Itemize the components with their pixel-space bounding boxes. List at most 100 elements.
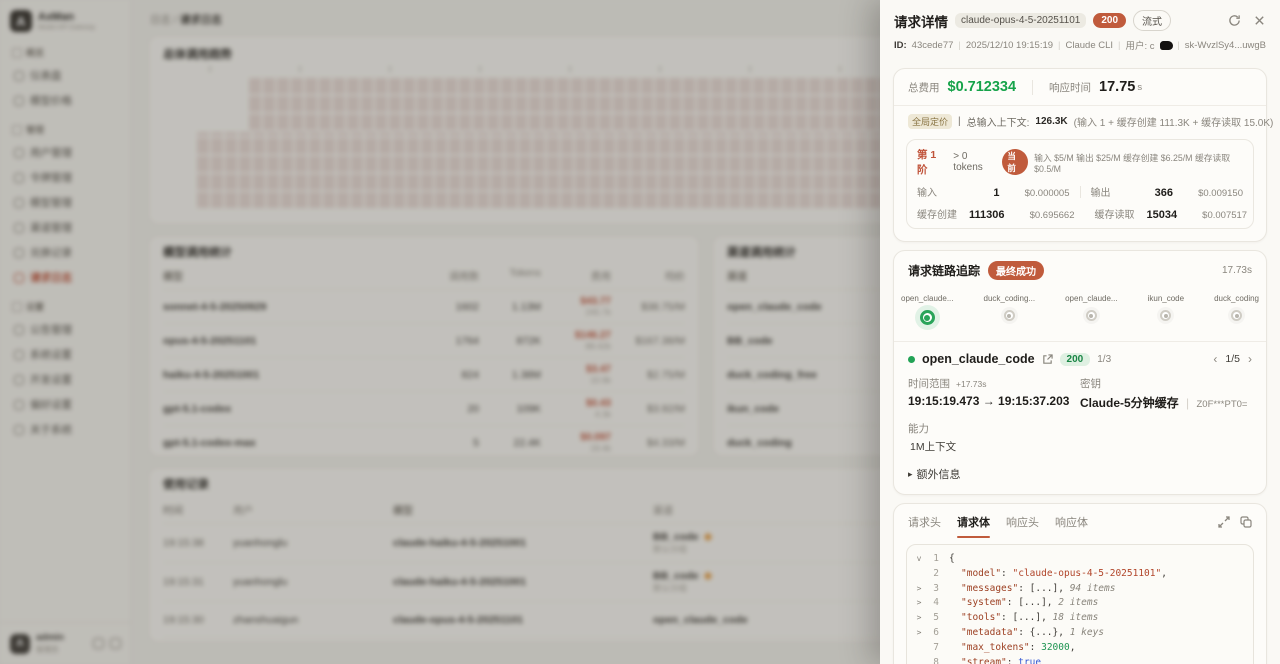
line-number: 3 <box>925 583 939 594</box>
json-line: >3 "messages": [...], 94 items <box>913 583 1247 598</box>
collapse-toggle-icon[interactable]: > <box>913 584 925 593</box>
stream-badge: 流式 <box>1133 10 1171 31</box>
usage-tokens: 366 <box>1143 187 1174 199</box>
segment-attempt: 1/3 <box>1097 354 1111 365</box>
collapse-arrow-icon: ▸ <box>908 469 913 480</box>
line-number: 8 <box>925 657 939 664</box>
usage-cost: $0.009150 <box>1173 188 1243 199</box>
json-line: >6 "metadata": {...}, 1 keys <box>913 627 1247 642</box>
trace-node[interactable]: open_claude... <box>901 294 954 325</box>
close-icon[interactable] <box>1253 14 1266 27</box>
copy-icon[interactable] <box>1240 516 1252 528</box>
json-line-content: "model": "claude-opus-4-5-20251101", <box>949 568 1167 579</box>
json-line-content: "system": [...], 2 items <box>949 597 1098 608</box>
status-badge: 200 <box>1093 13 1126 28</box>
collapse-toggle-icon[interactable]: > <box>913 613 925 622</box>
total-fee-label: 总费用 <box>908 80 940 95</box>
payload-tab[interactable]: 请求头 <box>908 514 941 538</box>
expand-icon[interactable] <box>1218 516 1230 528</box>
key-separator: | <box>1186 396 1189 410</box>
payload-tab[interactable]: 响应头 <box>1006 514 1039 538</box>
trace-node-label: duck_coding... <box>984 294 1036 303</box>
trace-node-circle <box>1004 310 1015 321</box>
usage-label: 输入 <box>917 184 969 199</box>
refresh-icon[interactable] <box>1228 14 1241 27</box>
key-name: Claude-5分钟缓存 <box>1080 396 1179 410</box>
line-number: 1 <box>925 553 939 564</box>
json-line: 2 "model": "claude-opus-4-5-20251101", <box>913 568 1247 583</box>
collapse-toggle-icon[interactable]: > <box>913 598 925 607</box>
panel-title: 请求详情 <box>894 11 948 31</box>
time-range-value: 19:15:19.473 → 19:15:37.203 <box>908 394 1080 408</box>
meta-separator: | <box>1177 40 1179 51</box>
tier-name: 第 1 阶 <box>917 147 947 177</box>
json-line-content: { <box>949 553 955 564</box>
usage-cost: $0.695662 <box>1005 210 1075 221</box>
line-number: 2 <box>925 568 939 579</box>
pricing-tier-box: 第 1 阶 > 0 tokens 当前 输入 $5/M 输出 $25/M 缓存创… <box>906 139 1254 229</box>
json-line: >4"system": [...], 2 items <box>913 597 1247 612</box>
json-line-content: "metadata": {...}, 1 keys <box>949 627 1104 638</box>
request-timestamp: 2025/12/10 19:15:19 <box>966 40 1053 51</box>
json-line: 7"max_tokens": 32000, <box>913 642 1247 657</box>
json-line-content: "messages": [...], 94 items <box>949 583 1115 594</box>
segment-status-badge: 200 <box>1060 353 1091 366</box>
payload-tab[interactable]: 响应体 <box>1055 514 1088 538</box>
usage-tokens: 15034 <box>1147 209 1178 221</box>
payload-tab[interactable]: 请求体 <box>957 514 990 538</box>
json-line: v1 { <box>913 553 1247 568</box>
request-meta: ID: 43cede77 | 2025/12/10 19:15:19 | Cla… <box>894 38 1266 52</box>
ctx-separator: | <box>958 116 961 127</box>
model-chip: claude-opus-4-5-20251101 <box>955 13 1086 28</box>
line-number: 6 <box>925 627 939 638</box>
trace-node-circle <box>1086 310 1097 321</box>
json-line-content: "tools": [...], 18 items <box>949 612 1098 623</box>
time-range-label: 时间范围 <box>908 376 950 391</box>
trace-node-circle <box>1231 310 1242 321</box>
api-key-masked: sk-WvzlSy4...uwgB <box>1185 40 1266 51</box>
trace-node[interactable]: open_claude... <box>1065 294 1118 325</box>
trace-duration: 17.73s <box>1222 265 1252 276</box>
trace-node[interactable]: duck_coding <box>1214 294 1259 325</box>
extra-info-toggle[interactable]: ▸ 额外信息 <box>908 466 1252 482</box>
response-time-unit: s <box>1137 82 1142 93</box>
prev-segment-button[interactable]: ‹ <box>1213 352 1217 366</box>
id-label: ID: <box>894 40 907 51</box>
trace-node-label: duck_coding <box>1214 294 1259 303</box>
segment-channel-name: open_claude_code <box>922 352 1035 366</box>
trace-title: 请求链路追踪 <box>908 262 980 279</box>
external-link-icon[interactable] <box>1042 354 1053 365</box>
trace-node-circle <box>1160 310 1171 321</box>
meta-separator: | <box>958 40 960 51</box>
key-mask: Z0F***PT0= <box>1197 399 1248 410</box>
next-segment-button[interactable]: › <box>1248 352 1252 366</box>
success-dot-icon <box>908 356 915 363</box>
context-label: 总输入上下文: <box>967 114 1030 129</box>
collapse-toggle-icon[interactable]: v <box>913 554 925 563</box>
usage-tokens: 1 <box>969 187 1000 199</box>
payload-card: 请求头 请求体 响应头 响应体 v1 {2 "model": "claude-opu… <box>893 503 1267 664</box>
trace-node-label: ikun_code <box>1148 294 1184 303</box>
capability-value: 1M上下文 <box>908 439 1252 454</box>
json-viewer[interactable]: v1 {2 "model": "claude-opus-4-5-20251101",… <box>906 544 1254 664</box>
capability-label: 能力 <box>908 421 1252 436</box>
payload-tabs: 请求头 请求体 响应头 响应体 <box>894 504 1266 538</box>
tier-usage-row: 输入 1 $0.000005 输出 366 $0.009150 <box>917 184 1243 199</box>
tier-threshold: > 0 tokens <box>953 151 996 173</box>
collapse-toggle-icon[interactable]: > <box>913 628 925 637</box>
trace-segment-detail: open_claude_code 200 1/3 ‹ 1/5 › 时间范围 +1… <box>894 342 1266 494</box>
current-tier-badge: 当前 <box>1002 149 1028 175</box>
usage-label: 缓存读取 <box>1095 206 1147 221</box>
usage-label: 输出 <box>1091 184 1143 199</box>
meta-separator: | <box>1118 40 1120 51</box>
json-line: 8"stream": true <box>913 657 1247 664</box>
trace-result-badge: 最终成功 <box>988 261 1044 280</box>
tier-usage-row: 缓存创建 111306 $0.695662 缓存读取 15034 $0.0075… <box>917 206 1243 221</box>
trace-node[interactable]: duck_coding... <box>984 294 1036 325</box>
tier-rates: 输入 $5/M 输出 $25/M 缓存创建 $6.25/M 缓存读取 $0.5/… <box>1034 151 1243 174</box>
trace-node[interactable]: ikun_code <box>1148 294 1184 325</box>
panel-header: 请求详情 claude-opus-4-5-20251101 200 流式 ID:… <box>880 0 1280 60</box>
extra-info-label: 额外信息 <box>917 466 961 482</box>
response-time-label: 响应时间 <box>1049 80 1091 95</box>
usage-tokens: 111306 <box>969 209 1005 221</box>
